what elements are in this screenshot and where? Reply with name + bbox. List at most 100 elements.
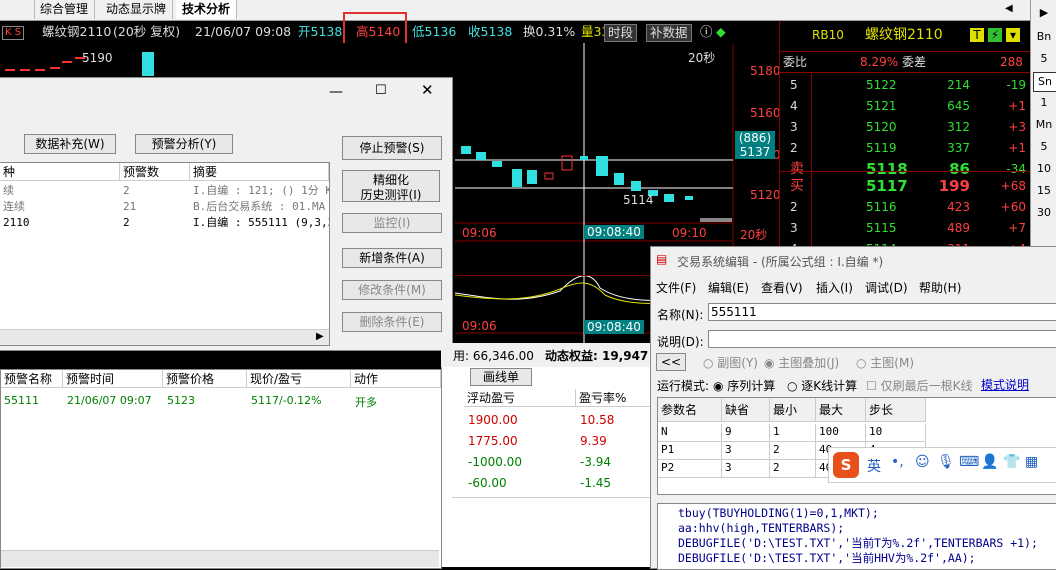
period-button[interactable]: 5 [1033,138,1055,156]
minimize-icon[interactable]: — [329,84,343,100]
ask-level-row[interactable]: 2 5119 337 +1 [780,138,1030,158]
table-cell[interactable]: P2 [658,460,722,478]
diamond-icon[interactable]: ◆ [716,21,726,43]
col-header[interactable]: 预警数 [120,163,190,181]
table-row[interactable]: 连续 21 B.后台交易系统 : 01.MA [0,199,329,215]
table-cell[interactable]: P1 [658,442,722,460]
period-button[interactable]: 15 [1033,182,1055,200]
punctuation-icon[interactable]: •, [891,454,904,470]
period-button[interactable]: 1 [1033,94,1055,112]
stop-alert-button[interactable]: 停止预警(S) [342,136,442,160]
draw-line-order-button[interactable]: 画线单 [470,368,532,386]
col-header[interactable]: 盈亏率% [576,389,652,407]
name-input[interactable] [708,303,1056,321]
period-button[interactable]: 时段 [604,24,638,42]
scroll-right-icon[interactable]: ▶ [316,331,324,342]
bid-level-row[interactable]: 2 5116 423 +60 [780,197,1030,217]
col-header[interactable]: 动作 [351,370,441,388]
radio-main[interactable]: ○ 主图(M) [856,354,914,371]
maximize-icon[interactable]: ☐ [375,83,387,98]
alert-analysis-button[interactable]: 预警分析(Y) [135,134,233,154]
col-header[interactable]: 最小 [770,398,816,422]
menu-item[interactable]: 文件(F) [656,279,696,296]
chart-flags[interactable]: K S [2,26,25,40]
flash-icon[interactable]: ⚡ [988,28,1002,42]
skin-icon[interactable]: 👕 [1003,454,1020,470]
menu-grid-icon[interactable]: ▦ [1025,454,1038,470]
period-button[interactable]: 30 [1033,204,1055,222]
menu-item[interactable]: 帮助(H) [919,279,961,296]
period-button[interactable]: Mn [1033,116,1055,134]
col-header[interactable]: 预警价格 [163,370,247,388]
table-row[interactable]: -1000.00 -3.94 [464,455,652,473]
period-button[interactable]: Bn [1033,28,1055,46]
table-row[interactable]: -60.00 -1.45 [464,476,652,494]
bid-level-row[interactable]: 3 5115 489 +7 [780,218,1030,238]
col-header[interactable]: 最大 [816,398,866,422]
table-row[interactable]: N 9 1 100 10 [658,424,1056,442]
table-cell[interactable]: 2 [770,442,816,460]
menu-item[interactable]: 调试(D) [865,279,908,296]
refine-eval-button[interactable]: 精细化 历史测评(I) [342,170,440,202]
menu-item[interactable]: 编辑(E) [708,279,749,296]
col-header[interactable]: 种 [0,163,120,181]
description-input[interactable] [708,330,1056,348]
tab-dynamic-board[interactable]: 动态显示牌 [100,0,174,19]
close-icon[interactable]: ✕ [421,81,434,99]
radio-subchart[interactable]: ○ 副图(Y) [703,354,758,371]
last-bar-checkbox[interactable]: ☐ 仅刷最后一根K线 [866,377,972,394]
table-cell[interactable]: 100 [816,424,866,442]
period-button[interactable]: 10 [1033,160,1055,178]
table-cell[interactable]: 10 [866,424,926,442]
supplement-data-button[interactable]: 数据补充(W) [24,134,116,154]
supplement-data-button[interactable]: 补数据 [646,24,692,42]
col-header[interactable]: 步长 [866,398,926,422]
scroll-right-icon[interactable]: ◀ [1005,3,1019,17]
horizontal-scrollbar[interactable]: ▶ [0,329,329,345]
col-header[interactable]: 摘要 [190,163,329,181]
code-editor[interactable]: tbuy(TBUYHOLDING(1)=0,1,MKT); aa:hhv(high… [657,503,1056,570]
col-header[interactable]: 预警名称 [1,370,63,388]
table-cell[interactable]: 9 [722,424,770,442]
table-row[interactable]: 55111 21/06/07 09:07 5123 5117/-0.12% 开多 [1,394,439,410]
col-header[interactable]: 现价/盈亏 [247,370,351,388]
col-header[interactable]: 浮动盈亏 [464,389,576,407]
menu-item[interactable]: 查看(V) [761,279,803,296]
table-cell[interactable]: 3 [722,460,770,478]
bid-level-row[interactable]: 买 5117 199 +68 [780,176,1030,196]
tab-general[interactable]: 综合管理 [34,0,96,19]
table-row[interactable]: 1775.00 9.39 [464,434,652,452]
period-button[interactable]: Sn [1033,72,1056,92]
col-header[interactable]: 参数名 [658,398,722,422]
horizontal-scrollbar[interactable] [1,550,439,567]
sogou-logo-icon[interactable]: S [833,452,859,478]
emoji-icon[interactable]: ☺ [915,454,930,470]
col-header[interactable]: 预警时间 [63,370,163,388]
menu-item[interactable]: 插入(I) [816,279,853,296]
add-condition-button[interactable]: 新增条件(A) [342,248,442,268]
radio-main-overlay[interactable]: ◉ 主图叠加(J) [764,354,839,371]
table-cell[interactable]: 1 [770,424,816,442]
dropdown-icon[interactable]: ▾ [1006,28,1020,42]
t-icon[interactable]: T [970,28,984,42]
table-row[interactable]: 续 2 I.自编 : 121; () 1分 K线 [0,183,329,199]
modify-condition-button[interactable]: 修改条件(M) [342,280,442,300]
monitor-button[interactable]: 监控(I) [342,213,442,233]
delete-condition-button[interactable]: 删除条件(E) [342,312,442,332]
table-cell[interactable]: 2 [770,460,816,478]
col-header[interactable]: 缺省 [722,398,770,422]
mode-help-link[interactable]: 模式说明 [981,376,1029,393]
collapse-button[interactable]: << [656,353,686,371]
user-icon[interactable]: 👤 [981,454,998,470]
ask-level-row[interactable]: 4 5121 645 +1 [780,96,1030,116]
table-row[interactable]: 2110 2 I.自编 : 555111 (9,3,3) [0,215,329,231]
ask-level-row[interactable]: 3 5120 312 +3 [780,117,1030,137]
radio-series-calc[interactable]: ◉ 序列计算 [713,377,775,394]
ime-language[interactable]: 英 [867,456,881,476]
table-cell[interactable]: 3 [722,442,770,460]
microphone-icon[interactable]: 🎙 [937,454,955,470]
table-cell[interactable]: N [658,424,722,442]
period-button[interactable]: 5 [1033,50,1055,68]
table-row[interactable]: 1900.00 10.58 [464,413,652,431]
scroll-right-icon[interactable]: ▶ [1033,4,1055,22]
